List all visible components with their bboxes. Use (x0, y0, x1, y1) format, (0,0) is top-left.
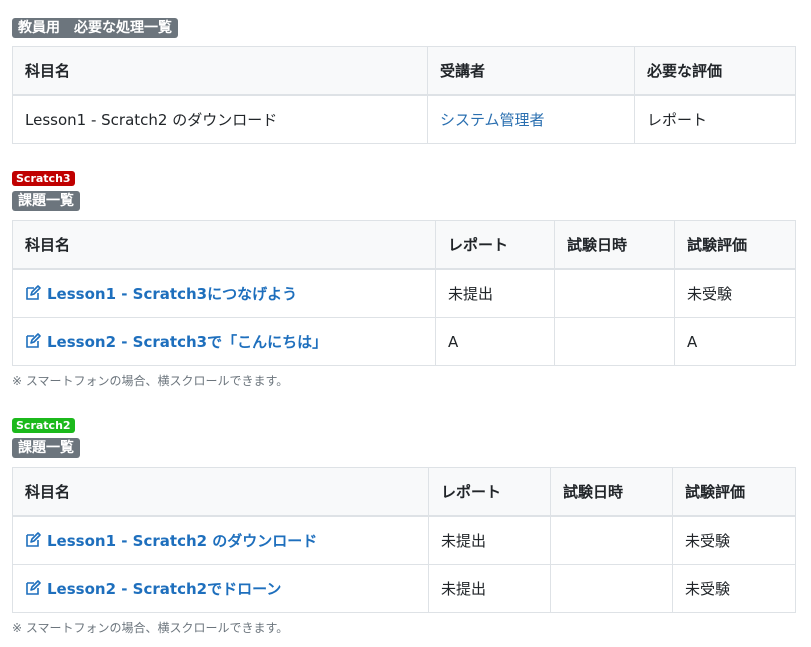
table-row: Lesson2 - Scratch2でドローン 未提出 未受験 (12, 564, 796, 613)
edit-icon (26, 285, 41, 300)
edit-icon (26, 532, 41, 547)
lesson-link[interactable]: Lesson2 - Scratch3で「こんにちは」 (25, 333, 327, 351)
scratch2-table: 科目名 レポート 試験日時 試験評価 Lesson1 - Scratch2 のダ… (12, 467, 796, 613)
cell-subject: Lesson1 - Scratch2 のダウンロード (12, 94, 428, 144)
scratch2-badge: 課題一覧 (12, 438, 80, 458)
scratch3-tag: Scratch3 (12, 171, 75, 186)
student-link[interactable]: システム管理者 (440, 111, 545, 129)
table-row: Lesson1 - Scratch2 のダウンロード システム管理者 レポート (12, 94, 796, 144)
cell-exam-eval: 未受験 (672, 564, 796, 613)
teacher-badge: 教員用 必要な処理一覧 (12, 18, 178, 38)
scratch3-table: 科目名 レポート 試験日時 試験評価 Lesson1 - Scratch3につな… (12, 220, 796, 366)
scratch3-tag-wrap: Scratch3 (12, 167, 75, 186)
scratch3-badge: 課題一覧 (12, 191, 80, 211)
lesson-link[interactable]: Lesson2 - Scratch2でドローン (25, 580, 281, 598)
header-subject: 科目名 (12, 220, 436, 270)
edit-icon (26, 333, 41, 348)
lesson-title: Lesson1 - Scratch2 のダウンロード (47, 532, 318, 550)
header-subject: 科目名 (12, 46, 428, 96)
table-header-row: 科目名 レポート 試験日時 試験評価 (12, 220, 796, 270)
header-student: 受講者 (427, 46, 635, 96)
header-exam-eval: 試験評価 (672, 467, 796, 517)
cell-report: A (435, 317, 555, 366)
table-row: Lesson2 - Scratch3で「こんにちは」 A A (12, 317, 796, 366)
scratch2-tag: Scratch2 (12, 418, 75, 433)
cell-exam-eval: 未受験 (674, 268, 796, 318)
scratch3-badge-wrap: 課題一覧 (12, 190, 80, 211)
scroll-note: ※ スマートフォンの場合、横スクロールできます。 (12, 621, 289, 635)
header-report: レポート (428, 467, 551, 517)
table-row: Lesson1 - Scratch3につなげよう 未提出 未受験 (12, 268, 796, 318)
cell-exam-date (554, 317, 675, 366)
cell-report: 未提出 (428, 564, 551, 613)
header-exam-eval: 試験評価 (674, 220, 796, 270)
scratch2-tag-wrap: Scratch2 (12, 414, 75, 433)
cell-subject[interactable]: Lesson2 - Scratch3で「こんにちは」 (12, 317, 436, 366)
lesson-link[interactable]: Lesson1 - Scratch3につなげよう (25, 285, 297, 303)
cell-exam-eval: A (674, 317, 796, 366)
cell-exam-eval: 未受験 (672, 515, 796, 565)
header-report: レポート (435, 220, 555, 270)
cell-subject[interactable]: Lesson2 - Scratch2でドローン (12, 564, 429, 613)
cell-exam-date (550, 564, 673, 613)
cell-report: 未提出 (435, 268, 555, 318)
header-subject: 科目名 (12, 467, 429, 517)
scratch2-table-wrap: 科目名 レポート 試験日時 試験評価 Lesson1 - Scratch2 のダ… (12, 467, 796, 636)
cell-report: 未提出 (428, 515, 551, 565)
teacher-table: 科目名 受講者 必要な評価 Lesson1 - Scratch2 のダウンロード… (12, 46, 796, 144)
table-header-row: 科目名 受講者 必要な評価 (12, 46, 796, 96)
header-exam-date: 試験日時 (554, 220, 675, 270)
lesson-title: Lesson2 - Scratch2でドローン (47, 580, 282, 598)
teacher-section: 教員用 必要な処理一覧 (12, 17, 178, 38)
header-evaluation: 必要な評価 (634, 46, 796, 96)
edit-icon (26, 580, 41, 595)
lesson-link[interactable]: Lesson1 - Scratch2 のダウンロード (25, 532, 317, 550)
cell-subject[interactable]: Lesson1 - Scratch3につなげよう (12, 268, 436, 318)
lesson-title: Lesson2 - Scratch3で「こんにちは」 (47, 333, 328, 351)
scratch3-table-wrap: 科目名 レポート 試験日時 試験評価 Lesson1 - Scratch3につな… (12, 220, 796, 389)
scratch2-badge-wrap: 課題一覧 (12, 437, 80, 458)
cell-exam-date (554, 268, 675, 318)
table-row: Lesson1 - Scratch2 のダウンロード 未提出 未受験 (12, 515, 796, 565)
scroll-note: ※ スマートフォンの場合、横スクロールできます。 (12, 374, 289, 388)
cell-student[interactable]: システム管理者 (427, 94, 635, 144)
cell-exam-date (550, 515, 673, 565)
lesson-title: Lesson1 - Scratch3につなげよう (47, 285, 298, 303)
cell-subject[interactable]: Lesson1 - Scratch2 のダウンロード (12, 515, 429, 565)
table-header-row: 科目名 レポート 試験日時 試験評価 (12, 467, 796, 517)
teacher-table-wrap: 科目名 受講者 必要な評価 Lesson1 - Scratch2 のダウンロード… (12, 46, 796, 144)
cell-evaluation: レポート (634, 94, 796, 144)
header-exam-date: 試験日時 (550, 467, 673, 517)
